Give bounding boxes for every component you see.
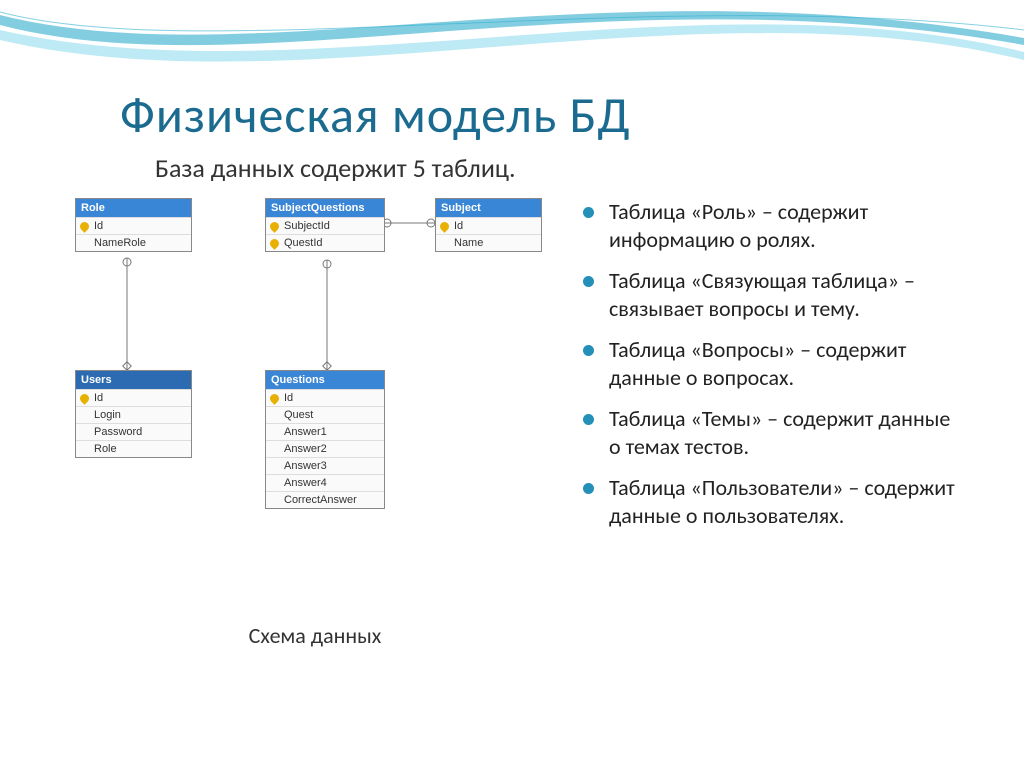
field: Id [76,217,191,234]
field: Password [76,423,191,440]
bullet-list: Таблица «Роль» – содержит информацию о р… [581,198,964,638]
table-users-header: Users [76,371,191,389]
field: Name [436,234,541,251]
table-users: Users Id Login Password Role [75,370,192,458]
field: Id [76,389,191,406]
field: SubjectId [266,217,384,234]
table-subject-header: Subject [436,199,541,217]
field: NameRole [76,234,191,251]
bullet-item: Таблица «Вопросы» – содержит данные о во… [581,336,964,391]
field: Answer1 [266,423,384,440]
field: Id [436,217,541,234]
field: CorrectAnswer [266,491,384,508]
table-questions-header: Questions [266,371,384,389]
slide-title: Физическая модель БД [120,85,964,146]
table-subjectquestions: SubjectQuestions SubjectId QuestId [265,198,385,252]
field: Login [76,406,191,423]
field: QuestId [266,234,384,251]
table-questions: Questions Id Quest Answer1 Answer2 Answe… [265,370,385,509]
slide-subtitle: База данных содержит 5 таблиц. [155,152,964,184]
field: Id [266,389,384,406]
db-diagram: Role Id NameRole SubjectQuestions Subjec… [75,198,565,638]
field: Quest [266,406,384,423]
bullet-item: Таблица «Роль» – содержит информацию о р… [581,198,964,253]
content-row: Role Id NameRole SubjectQuestions Subjec… [60,198,964,638]
slide: Физическая модель БД База данных содержи… [0,0,1024,767]
field: Answer4 [266,474,384,491]
bullet-item: Таблица «Темы» – содержит данные о темах… [581,405,964,460]
table-role-header: Role [76,199,191,217]
diagram-caption: Схема данных [195,622,435,649]
table-subject: Subject Id Name [435,198,542,252]
bullet-item: Таблица «Пользователи» – содержит данные… [581,474,964,529]
bullet-item: Таблица «Связующая таблица» – связывает … [581,267,964,322]
field: Role [76,440,191,457]
field: Answer3 [266,457,384,474]
table-role: Role Id NameRole [75,198,192,252]
table-subjectquestions-header: SubjectQuestions [266,199,384,217]
field: Answer2 [266,440,384,457]
